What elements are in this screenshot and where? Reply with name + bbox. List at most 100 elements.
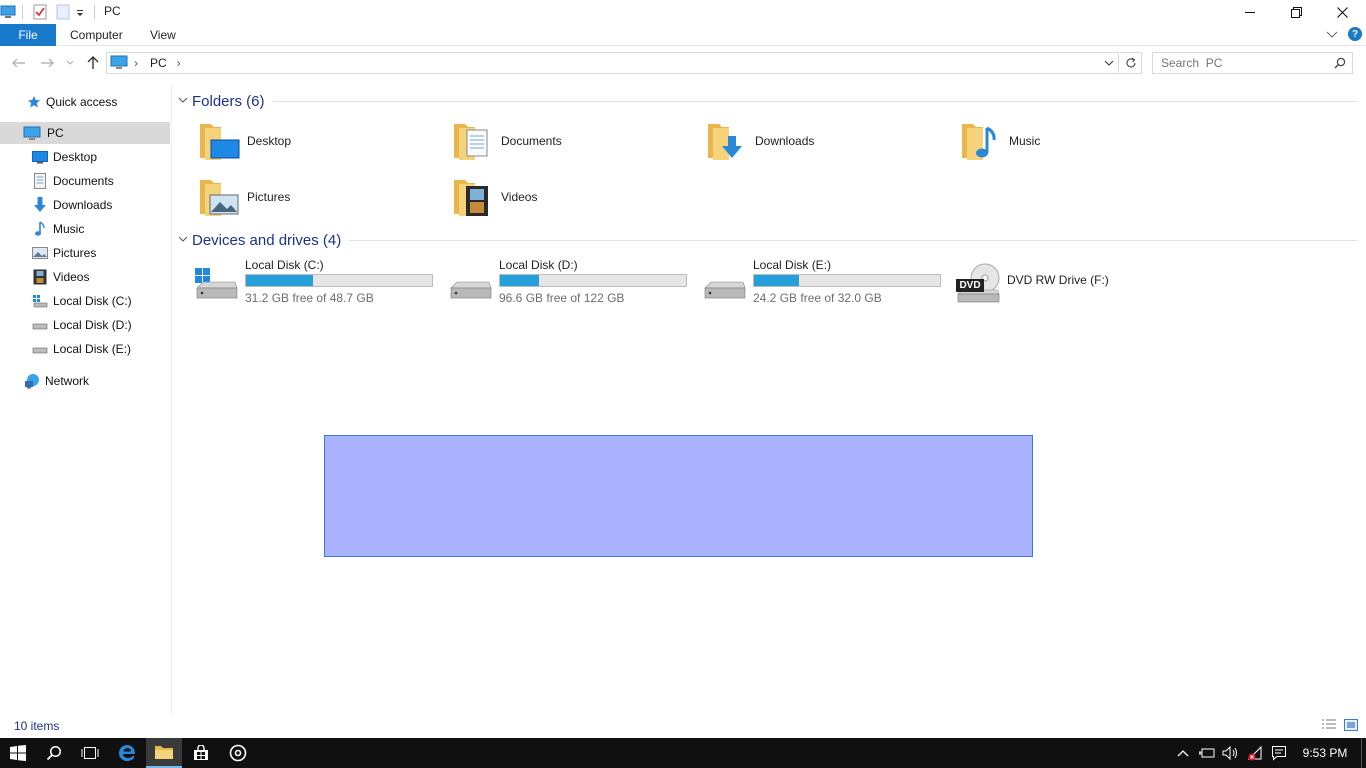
- volume-tray-button[interactable]: [1220, 738, 1242, 768]
- folder-item-music[interactable]: Music: [959, 117, 1209, 165]
- task-view-icon: [81, 747, 99, 759]
- file-explorer-taskbar-button[interactable]: [146, 738, 182, 768]
- up-button[interactable]: [83, 54, 103, 72]
- pictures-folder-icon: [197, 174, 241, 221]
- search-box[interactable]: [1152, 52, 1353, 74]
- new-folder-icon[interactable]: [56, 3, 70, 21]
- refresh-button[interactable]: [1120, 52, 1142, 74]
- dvd-label: DVD: [959, 280, 981, 291]
- edge-taskbar-button[interactable]: [109, 738, 145, 768]
- close-icon: [1336, 6, 1348, 18]
- restore-button[interactable]: [1273, 0, 1319, 24]
- nav-item-label: Pictures: [53, 246, 97, 260]
- search-taskbar-button[interactable]: [36, 738, 72, 768]
- nav-item-local-disk-e[interactable]: Local Disk (E:): [0, 338, 170, 360]
- quick-access-dropdown-icon[interactable]: [76, 3, 84, 21]
- folder-item-desktop[interactable]: Desktop: [197, 117, 447, 165]
- nav-item-documents[interactable]: Documents: [0, 170, 170, 192]
- videos-folder-icon: [451, 174, 495, 221]
- close-button[interactable]: [1319, 0, 1365, 24]
- tab-view[interactable]: View: [150, 24, 176, 46]
- nav-item-music[interactable]: Music: [0, 218, 170, 240]
- drag-selection-rectangle: [324, 435, 1033, 557]
- nav-item-quick-access[interactable]: Quick access: [0, 91, 170, 113]
- store-bag-icon: [194, 745, 208, 760]
- nav-item-local-disk-d[interactable]: Local Disk (D:): [0, 314, 170, 336]
- forward-button[interactable]: [37, 54, 57, 72]
- breadcrumb-pc[interactable]: PC: [150, 56, 167, 70]
- details-view-button[interactable]: [1321, 718, 1337, 732]
- drive-item-d[interactable]: Local Disk (D:) 96.6 GB free of 122 GB: [447, 258, 697, 308]
- ribbon: File Computer View ?: [0, 24, 1366, 46]
- chevron-down-icon[interactable]: [178, 96, 192, 107]
- expand-ribbon-icon[interactable]: [1326, 28, 1338, 42]
- network-tray-button[interactable]: [1244, 738, 1266, 768]
- clock[interactable]: 9:53 PM: [1296, 738, 1354, 768]
- search-input[interactable]: [1161, 56, 1331, 70]
- folders-group-header[interactable]: Folders (6): [178, 91, 1358, 111]
- nav-item-network[interactable]: Network: [0, 370, 170, 392]
- tab-file[interactable]: File: [0, 24, 56, 46]
- drive-item-c[interactable]: Local Disk (C:) 31.2 GB free of 48.7 GB: [193, 258, 443, 308]
- start-button[interactable]: [0, 738, 36, 768]
- app-icon[interactable]: [0, 3, 16, 21]
- devices-group-header[interactable]: Devices and drives (4): [178, 230, 1358, 250]
- search-icon[interactable]: [1334, 57, 1346, 72]
- group-title: Devices and drives (4): [192, 231, 342, 249]
- nav-item-downloads[interactable]: Downloads: [0, 194, 170, 216]
- tab-computer[interactable]: Computer: [70, 24, 123, 46]
- address-dropdown-icon[interactable]: [1104, 57, 1114, 71]
- nav-item-videos[interactable]: Videos: [0, 266, 170, 288]
- arrow-left-icon: [12, 58, 25, 68]
- minimize-icon: [1245, 12, 1255, 13]
- usage-bar: [245, 274, 433, 287]
- task-view-button[interactable]: [72, 738, 108, 768]
- power-tray-button[interactable]: [1196, 738, 1218, 768]
- refresh-icon: [1125, 57, 1136, 68]
- breadcrumb-separator[interactable]: ›: [177, 56, 181, 70]
- large-icons-view-button[interactable]: [1343, 718, 1359, 732]
- documents-icon: [32, 173, 48, 189]
- back-button[interactable]: [9, 54, 29, 72]
- music-note-icon: [32, 221, 48, 237]
- drive-label: Local Disk (E:): [753, 258, 832, 272]
- drive-item-dvd-f[interactable]: DVD DVD RW Drive (F:): [955, 258, 1205, 308]
- media-player-taskbar-button[interactable]: [220, 738, 256, 768]
- folder-item-downloads[interactable]: Downloads: [705, 117, 955, 165]
- folder-item-pictures[interactable]: Pictures: [197, 173, 447, 221]
- properties-icon[interactable]: [32, 3, 48, 21]
- show-hidden-icons-button[interactable]: [1174, 738, 1192, 768]
- drive-item-e[interactable]: Local Disk (E:) 24.2 GB free of 32.0 GB: [701, 258, 951, 308]
- folder-label: Pictures: [247, 190, 291, 204]
- show-desktop-button[interactable]: [1361, 738, 1366, 768]
- minimize-button[interactable]: [1227, 0, 1273, 24]
- nav-item-desktop[interactable]: Desktop: [0, 146, 170, 168]
- nav-item-label: Local Disk (D:): [53, 318, 132, 332]
- breadcrumb-separator[interactable]: ›: [134, 56, 138, 70]
- nav-item-pc[interactable]: PC: [0, 122, 170, 144]
- chevron-down-icon: [66, 60, 74, 65]
- folder-item-videos[interactable]: Videos: [451, 173, 701, 221]
- action-center-button[interactable]: [1268, 738, 1290, 768]
- nav-item-local-disk-c[interactable]: Local Disk (C:): [0, 290, 170, 312]
- chevron-down-icon[interactable]: [178, 235, 192, 246]
- drive-icon: [32, 317, 48, 333]
- address-bar[interactable]: › PC ›: [106, 52, 1119, 74]
- system-drive-icon: [193, 264, 239, 307]
- edge-browser-icon: [119, 745, 135, 761]
- folder-item-documents[interactable]: Documents: [451, 117, 701, 165]
- download-arrow-icon: [32, 197, 48, 213]
- nav-item-label: Local Disk (E:): [53, 342, 132, 356]
- disc-icon: [229, 744, 247, 762]
- folder-label: Documents: [501, 134, 562, 148]
- usage-bar-fill: [246, 275, 313, 286]
- recent-locations-button[interactable]: [63, 54, 77, 72]
- pictures-icon: [32, 245, 48, 261]
- folder-label: Downloads: [755, 134, 815, 148]
- nav-item-pictures[interactable]: Pictures: [0, 242, 170, 264]
- film-icon: [32, 269, 48, 285]
- star-icon: [26, 94, 42, 110]
- help-icon[interactable]: ?: [1348, 27, 1362, 41]
- store-taskbar-button[interactable]: [183, 738, 219, 768]
- separator: [22, 3, 23, 21]
